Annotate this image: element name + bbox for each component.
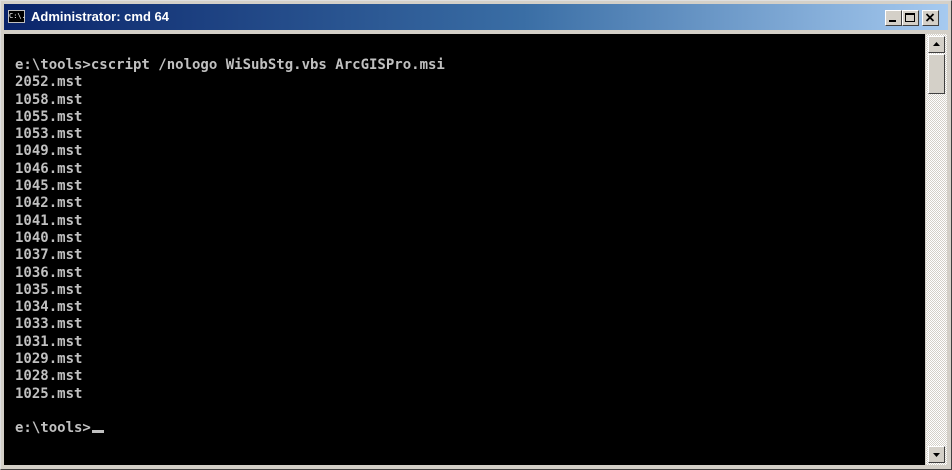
output-line: 1058.mst <box>15 91 83 108</box>
title-bar[interactable]: C:\. Administrator: cmd 64 <box>4 4 948 30</box>
maximize-icon <box>905 13 915 22</box>
window-title: Administrator: cmd 64 <box>31 9 169 24</box>
scroll-thumb[interactable] <box>928 54 945 94</box>
close-button[interactable] <box>922 10 939 26</box>
output-line: 1042.mst <box>15 195 83 212</box>
output-line: 1045.mst <box>15 178 83 195</box>
command-line: e:\tools>cscript /nologo WiSubStg.vbs Ar… <box>15 57 445 73</box>
console-output-area[interactable]: e:\tools>cscript /nologo WiSubStg.vbs Ar… <box>4 34 925 465</box>
output-line: 1049.mst <box>15 143 83 160</box>
output-line: 1036.mst <box>15 264 83 281</box>
output-line: 1025.mst <box>15 385 83 402</box>
output-line: 1046.mst <box>15 160 83 177</box>
output-line: 1034.mst <box>15 299 83 316</box>
vertical-scrollbar[interactable] <box>926 34 947 465</box>
output-line: 1031.mst <box>15 333 83 350</box>
prompt-line: e:\tools> <box>15 420 445 437</box>
console-window: C:\. Administrator: cmd 64 e:\tools>cscr… <box>0 0 952 470</box>
console-text: e:\tools>cscript /nologo WiSubStg.vbs Ar… <box>15 57 445 438</box>
output-line: 1041.mst <box>15 212 83 229</box>
arrow-up-icon <box>933 42 940 46</box>
output-line: 1035.mst <box>15 281 83 298</box>
output-line: 1040.mst <box>15 229 83 246</box>
output-line: 1053.mst <box>15 126 83 143</box>
output-line: 1055.mst <box>15 108 83 125</box>
output-line: 1033.mst <box>15 316 83 333</box>
scroll-up-button[interactable] <box>928 36 945 53</box>
output-line: 2052.mst <box>15 74 83 91</box>
arrow-down-icon <box>933 453 940 457</box>
maximize-button[interactable] <box>902 10 919 26</box>
output-line: 1029.mst <box>15 351 83 368</box>
cmd-app-icon[interactable]: C:\. <box>8 10 26 23</box>
text-cursor <box>91 430 104 434</box>
minimize-button[interactable] <box>885 10 902 26</box>
minimize-icon <box>889 20 896 22</box>
close-icon <box>925 13 935 22</box>
scroll-down-button[interactable] <box>928 446 945 463</box>
output-line: 1037.mst <box>15 247 83 264</box>
output-line: 1028.mst <box>15 368 83 385</box>
